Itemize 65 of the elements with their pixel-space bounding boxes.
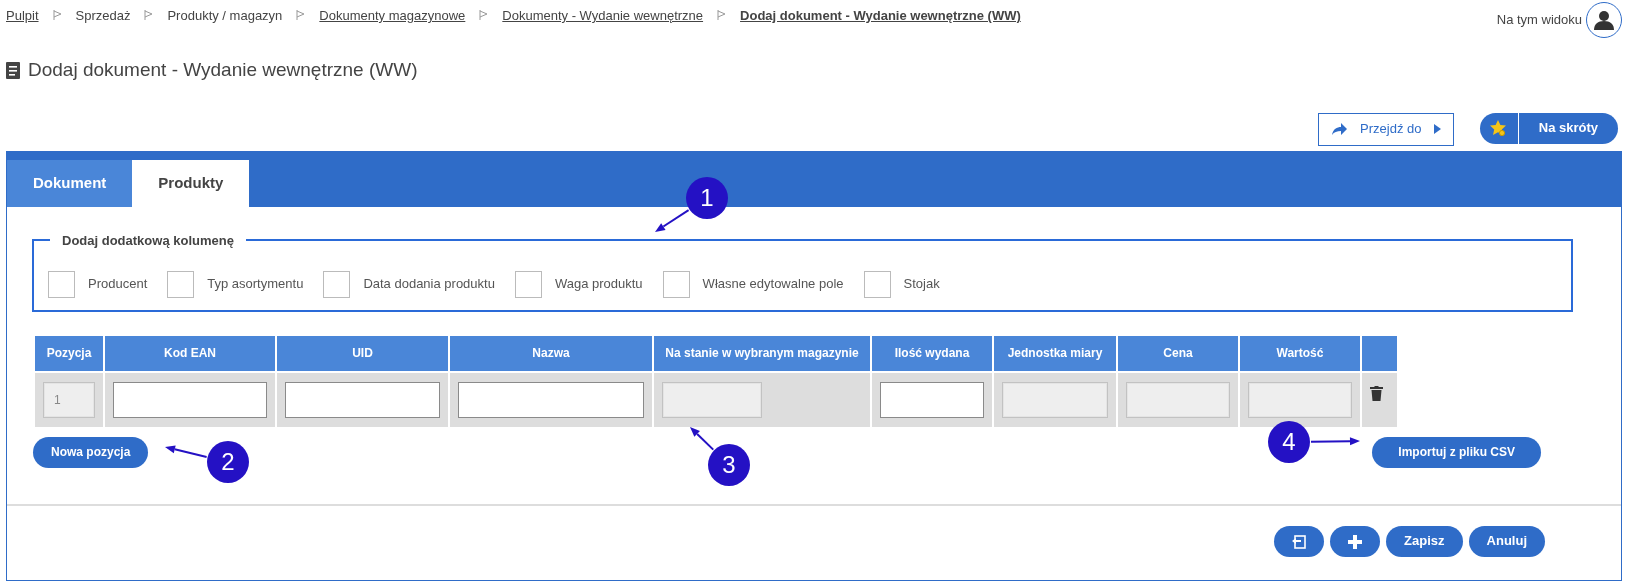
new-position-button[interactable]: Nowa pozycja xyxy=(33,436,149,468)
column-header: Kod EAN xyxy=(105,335,275,371)
checkbox-label[interactable]: Własne edytowalne pole xyxy=(702,274,844,294)
column-header: Wartość xyxy=(1240,335,1360,371)
input-field[interactable] xyxy=(285,381,440,418)
breadcrumb-link[interactable]: Pulpit xyxy=(6,6,39,26)
annotation-arrow xyxy=(655,209,690,232)
checkbox[interactable] xyxy=(662,270,690,298)
add-button[interactable] xyxy=(1330,525,1381,557)
checkbox[interactable] xyxy=(514,270,542,298)
caret-icon xyxy=(1433,124,1441,134)
column-header: Nazwa xyxy=(450,335,652,371)
input-field[interactable] xyxy=(458,381,644,418)
annotation-arrow xyxy=(690,427,715,451)
checkbox[interactable] xyxy=(323,270,351,298)
column-header xyxy=(1362,335,1397,371)
goto-button[interactable]: Przejdź do xyxy=(1317,112,1454,146)
annotation-badge: 3 xyxy=(708,444,750,486)
trash-icon[interactable] xyxy=(1370,385,1383,401)
breadcrumb-separator-icon xyxy=(717,10,727,20)
annotation-arrow xyxy=(1310,437,1360,446)
breadcrumb-link[interactable]: Dodaj dokument - Wydanie wewnętrzne (WW) xyxy=(740,6,1021,26)
checkbox[interactable] xyxy=(863,270,891,298)
annotation-arrow xyxy=(165,445,208,458)
import-csv-button[interactable]: Importuj z pliku CSV xyxy=(1372,436,1541,468)
restore-button[interactable] xyxy=(1274,525,1325,557)
document-icon xyxy=(6,61,20,79)
plus-icon xyxy=(1348,534,1363,549)
column-header: Na stanie w wybranym magazynie xyxy=(654,335,870,371)
column-header: Cena xyxy=(1118,335,1238,371)
annotation-badge: 4 xyxy=(1268,421,1310,463)
checkbox[interactable] xyxy=(167,270,195,298)
input-field[interactable] xyxy=(113,381,267,418)
footer-button[interactable]: Zapisz xyxy=(1386,525,1463,557)
star-icon xyxy=(1489,120,1506,136)
checkbox-label[interactable]: Typ asortymentu xyxy=(207,274,304,294)
share-arrow-icon xyxy=(1330,121,1348,137)
footer-button[interactable]: Anuluj xyxy=(1468,525,1545,557)
input-field[interactable] xyxy=(1126,381,1230,418)
tab[interactable]: Dokument xyxy=(7,159,133,207)
input-field[interactable] xyxy=(1248,381,1352,418)
view-menu-label[interactable]: Na tym widoku xyxy=(1496,10,1582,30)
breadcrumb-separator-icon xyxy=(52,10,62,20)
column-header: Jednostka miary xyxy=(994,335,1116,371)
page-title: Dodaj dokument - Wydanie wewnętrzne (WW) xyxy=(28,58,418,82)
column-header: Pozycja xyxy=(35,335,103,371)
column-header: Ilość wydana xyxy=(872,335,992,371)
checkbox-label[interactable]: Data dodania produktu xyxy=(363,274,495,294)
input-field[interactable] xyxy=(662,381,762,418)
checkbox-label[interactable]: Producent xyxy=(88,274,148,294)
column-header: UID xyxy=(277,335,448,371)
checkbox-label[interactable]: Waga produktu xyxy=(554,274,643,294)
tab[interactable]: Produkty xyxy=(132,159,250,207)
breadcrumb-separator-icon xyxy=(479,10,489,20)
checkbox[interactable] xyxy=(48,270,75,298)
shortcuts-button[interactable]: Na skróty xyxy=(1479,112,1618,144)
input-field[interactable] xyxy=(880,381,984,418)
breadcrumb-link[interactable]: Dokumenty - Wydanie wewnętrzne xyxy=(502,6,704,26)
breadcrumb-separator-icon xyxy=(296,10,306,20)
annotation-badge: 2 xyxy=(207,441,249,483)
annotation-badge: 1 xyxy=(686,177,728,219)
input-field[interactable] xyxy=(1002,381,1108,418)
checkbox-label[interactable]: Stojak xyxy=(903,274,940,294)
breadcrumb-separator-icon xyxy=(144,10,154,20)
breadcrumb-link[interactable]: Dokumenty magazynowe xyxy=(319,6,466,26)
